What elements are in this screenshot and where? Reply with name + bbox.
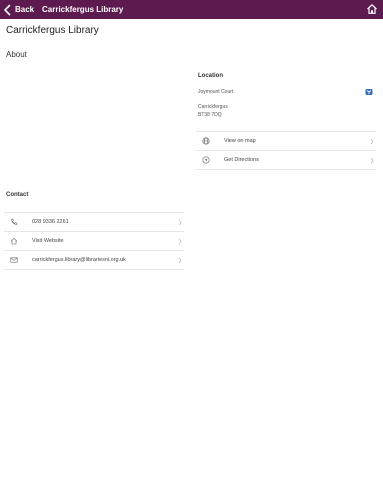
chevron-right-icon [178, 219, 182, 226]
view-on-map-label: View on map [224, 138, 256, 144]
chevron-right-icon [370, 138, 374, 145]
phone-row[interactable]: 028 9336 2261 [4, 212, 184, 231]
chevron-left-icon [4, 4, 11, 15]
view-on-map-row[interactable]: View on map [196, 131, 376, 150]
contact-heading: Contact [6, 192, 29, 198]
phone-icon [11, 218, 18, 225]
email-row[interactable]: carrickfergus.library@librariesni.org.uk [4, 250, 184, 270]
location-heading: Location [198, 73, 223, 79]
email-label: carrickfergus.library@librariesni.org.uk [32, 257, 126, 263]
get-directions-label: Get Directions [224, 157, 259, 163]
directions-icon [202, 156, 210, 164]
address-line: Joymount Court [198, 89, 234, 95]
address-postcode: BT38 7DQ [198, 112, 222, 118]
chevron-right-icon [370, 157, 374, 164]
chevron-right-icon [178, 238, 182, 245]
page-title: Carrickfergus Library [6, 25, 99, 36]
location-actions: View on map Get Directions [196, 131, 376, 170]
address-town: Carrickfergus [198, 104, 228, 110]
home-icon [10, 237, 18, 245]
get-directions-row[interactable]: Get Directions [196, 150, 376, 170]
chevron-right-icon [178, 257, 182, 264]
mail-icon [10, 257, 18, 263]
nav-bar: Back Carrickfergus Library [0, 0, 383, 19]
phone-label: 028 9336 2261 [32, 219, 69, 225]
map-icon[interactable] [365, 88, 373, 96]
back-label: Back [15, 5, 35, 14]
nav-title: Carrickfergus Library [42, 5, 124, 14]
website-row[interactable]: Visit Website [4, 231, 184, 250]
about-heading: About [6, 50, 27, 59]
contact-list: 028 9336 2261 Visit Website carrickfergu… [4, 212, 184, 270]
website-label: Visit Website [32, 238, 64, 244]
back-button[interactable]: Back [3, 0, 34, 19]
home-icon[interactable] [366, 3, 378, 15]
globe-icon [202, 137, 210, 145]
